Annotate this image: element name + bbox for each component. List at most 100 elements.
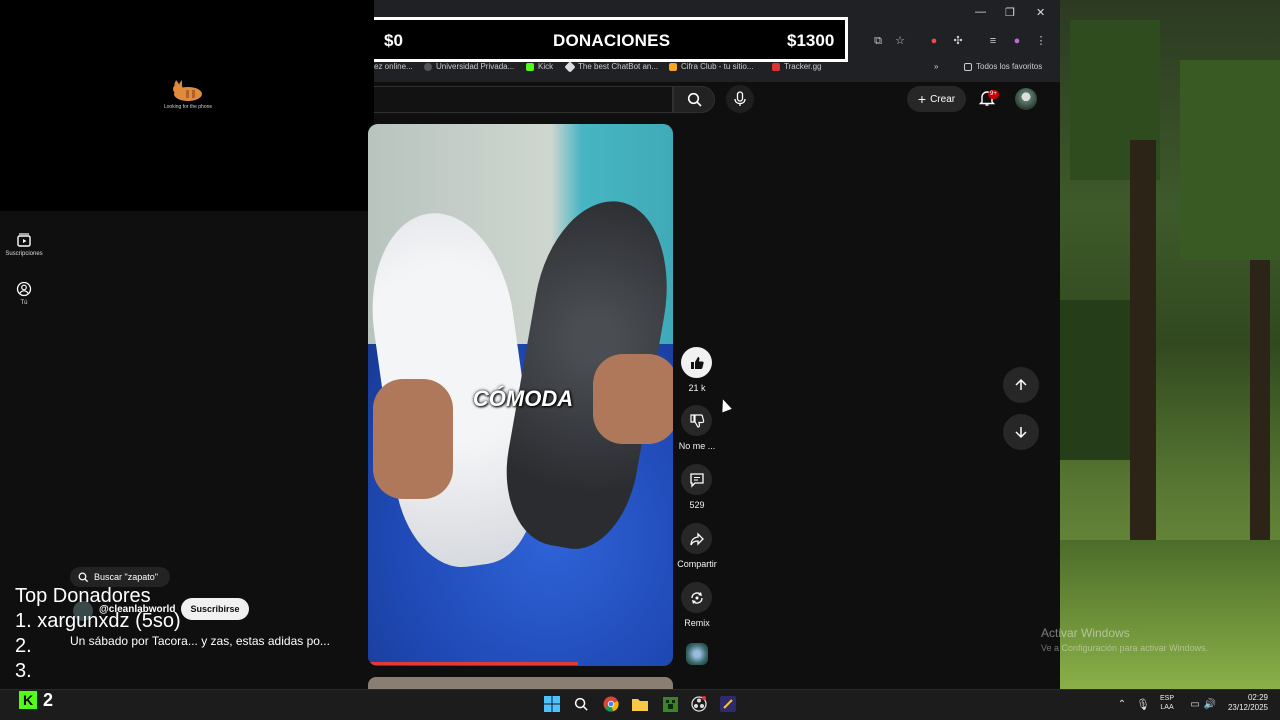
- sidebar-item-label: Tú: [20, 300, 28, 306]
- donation-title: DONACIONES: [553, 31, 671, 50]
- share-button[interactable]: [681, 523, 712, 554]
- input-language-indicator[interactable]: ESP LAA: [1160, 694, 1174, 712]
- top-donors-title: Top Donadores: [15, 585, 151, 607]
- sound-search-pill[interactable]: Buscar "zapato": [70, 567, 170, 587]
- account-icon: [16, 281, 32, 297]
- microphone-icon[interactable]: 🎙: [1133, 694, 1153, 714]
- comments-button[interactable]: [681, 464, 712, 495]
- search-input[interactable]: [374, 86, 673, 113]
- minimize-icon[interactable]: —: [975, 6, 986, 18]
- thumbs-down-icon: [689, 413, 704, 428]
- search-icon: [574, 697, 588, 711]
- notifications-badge: 9+: [988, 90, 999, 99]
- previous-video-button[interactable]: [1003, 367, 1039, 403]
- video-title[interactable]: Un sábado por Tacora... y zas, estas adi…: [70, 634, 330, 648]
- video-progress-bar[interactable]: [368, 662, 579, 665]
- create-button[interactable]: + Crear: [907, 86, 966, 112]
- tray-overflow-icon[interactable]: ⌃: [1112, 694, 1132, 714]
- bookmark-item[interactable]: The best ChatBot an...: [564, 60, 658, 73]
- volume-icon[interactable]: 🔊: [1200, 694, 1220, 714]
- tracker-icon: [772, 62, 780, 71]
- editor-taskbar-button[interactable]: [718, 694, 738, 714]
- channel-avatar-thumb[interactable]: [686, 643, 708, 665]
- chrome-icon: [603, 696, 619, 712]
- donor-line: 2.: [15, 635, 32, 657]
- sidebar-item-you[interactable]: Tú: [0, 281, 48, 306]
- sidebar-item-subscriptions[interactable]: Suscripciones: [0, 232, 48, 257]
- obs-icon: [691, 696, 707, 712]
- minecraft-taskbar-button[interactable]: [660, 694, 680, 714]
- folder-icon: [964, 62, 972, 71]
- chrome-taskbar-button[interactable]: [601, 694, 621, 714]
- avatar[interactable]: [1015, 88, 1037, 110]
- globe-icon: [424, 62, 432, 71]
- remix-icon: [690, 591, 703, 604]
- donor-line: 3.: [15, 660, 32, 682]
- cat-logo: [170, 80, 206, 102]
- microphone-icon: [734, 91, 746, 106]
- bookmark-item[interactable]: Cifra Club - tu sitio...: [669, 62, 753, 71]
- taskbar-search-button[interactable]: [571, 694, 591, 714]
- search-button[interactable]: [673, 86, 715, 113]
- donor-line: 1. xargunxdz (5so): [15, 610, 181, 632]
- mouse-cursor-icon: [718, 397, 732, 413]
- extensions-puzzle-icon[interactable]: ✣: [951, 34, 965, 48]
- thumbs-up-icon: [690, 356, 704, 369]
- likes-count: 21 k: [688, 383, 706, 393]
- remix-label: Remix: [684, 618, 710, 628]
- bookmark-item[interactable]: Kick: [526, 62, 553, 71]
- donation-min: $0: [384, 31, 403, 50]
- profile-icon[interactable]: ●: [1010, 34, 1024, 48]
- subscriptions-icon: [17, 233, 31, 247]
- plus-icon: +: [917, 91, 927, 107]
- chatbot-icon: [564, 60, 576, 73]
- activate-windows-title: Activar Windows: [1041, 626, 1130, 640]
- all-bookmarks-folder[interactable]: Todos los favoritos: [964, 62, 1042, 71]
- media-queue-icon[interactable]: ≡: [986, 34, 1000, 48]
- dislike-label: No me ...: [678, 441, 716, 451]
- bookmark-item[interactable]: Universidad Privada...: [424, 62, 514, 71]
- cifra-club-icon: [669, 62, 677, 71]
- close-icon[interactable]: ✕: [1036, 6, 1045, 19]
- remix-button[interactable]: [681, 582, 712, 613]
- obs-taskbar-button[interactable]: [689, 694, 709, 714]
- cat-caption: Looking for the phone: [163, 104, 213, 110]
- comment-icon: [689, 472, 704, 488]
- arrow-up-icon: [1015, 378, 1027, 390]
- voice-search-button[interactable]: [726, 85, 754, 113]
- kick-icon: [526, 62, 534, 71]
- share-label: Compartir: [677, 559, 717, 569]
- sidebar-item-label: Suscripciones: [5, 251, 43, 257]
- subscribe-button[interactable]: Suscribirse: [181, 598, 249, 620]
- activate-windows-subtitle: Ve a Configuración para activar Windows.: [1041, 643, 1209, 653]
- extension-icon[interactable]: ●: [927, 34, 941, 48]
- arrow-down-icon: [1015, 427, 1027, 439]
- taskbar-clock[interactable]: 02:29 23/12/2025: [1222, 693, 1268, 713]
- menu-kebab-icon[interactable]: ⋮: [1034, 34, 1048, 48]
- like-button[interactable]: [681, 347, 712, 378]
- folder-icon: [632, 699, 648, 711]
- next-video-button[interactable]: [1003, 414, 1039, 450]
- next-video-preview[interactable]: [368, 677, 673, 689]
- search-icon: [687, 92, 702, 107]
- donation-max: $1300: [787, 31, 835, 50]
- comments-count: 529: [689, 500, 705, 510]
- start-button[interactable]: [542, 694, 562, 714]
- editor-app-icon: [720, 696, 736, 712]
- minecraft-icon: [662, 696, 678, 712]
- short-video-player[interactable]: CÓMODA: [368, 124, 673, 666]
- bookmark-star-icon[interactable]: ☆: [893, 34, 907, 48]
- bookmark-item[interactable]: ez online...: [374, 62, 413, 71]
- bookmarks-overflow-icon[interactable]: »: [934, 62, 938, 71]
- dislike-button[interactable]: [681, 405, 712, 436]
- bookmark-item[interactable]: Tracker.gg: [772, 62, 822, 71]
- kick-logo-icon: K: [19, 691, 37, 709]
- install-app-icon[interactable]: ⧉: [871, 34, 885, 48]
- kick-viewer-count: 2: [43, 690, 54, 710]
- video-caption: CÓMODA: [472, 386, 574, 411]
- game-background: [1060, 0, 1280, 689]
- windows-logo-icon: [544, 696, 560, 712]
- share-icon: [689, 531, 704, 546]
- file-explorer-button[interactable]: [630, 694, 650, 714]
- restore-icon[interactable]: ❐: [1005, 6, 1015, 19]
